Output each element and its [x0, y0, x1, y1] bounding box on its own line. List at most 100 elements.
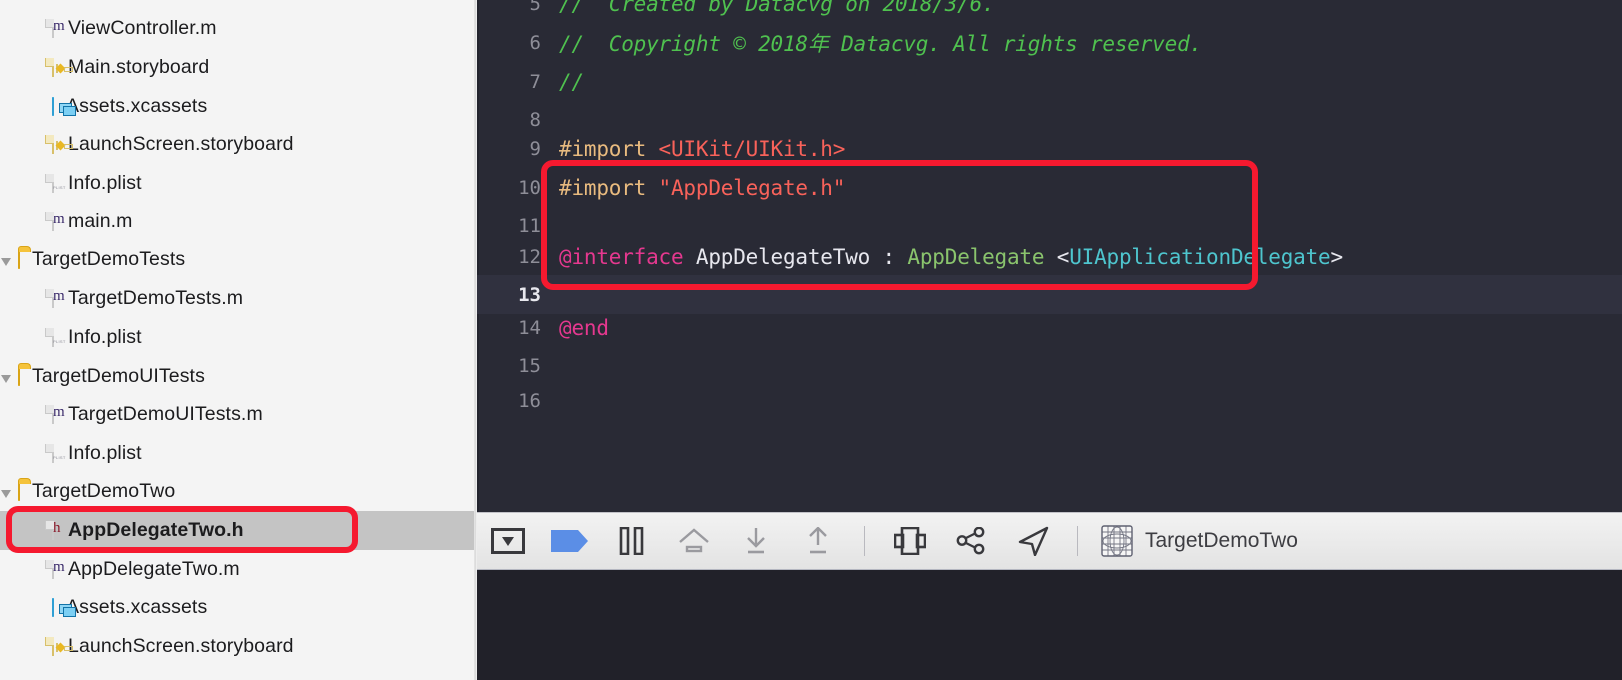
code-text: // Copyright © 2018年 Datacvg. All rights…	[541, 28, 1202, 58]
navigator-item-targetdemotwo[interactable]: TargetDemoTwo	[0, 472, 477, 511]
token-comment: // Created by Datacvg on 2018/3/6.	[559, 0, 995, 16]
location-icon[interactable]	[1003, 526, 1065, 556]
navigator-item-targetdemouitests-m[interactable]: m TargetDemoUITests.m	[0, 395, 477, 434]
token-comment: // Copyright © 2018年 Datacvg. All rights…	[559, 31, 1202, 56]
memory-graph-icon[interactable]	[941, 527, 1003, 555]
storyboard-file-icon	[52, 57, 73, 77]
navigator-item-launchscreen-storyboard[interactable]: LaunchScreen.storyboard	[0, 627, 477, 666]
code-line[interactable]: 12 @interface AppDelegateTwo : AppDelegat…	[477, 237, 1622, 276]
line-number: 16	[518, 389, 541, 412]
hide-debug-area-icon[interactable]	[477, 528, 539, 554]
code-line[interactable]: 5 // Created by Datacvg on 2018/3/6.	[477, 0, 1622, 23]
debug-console[interactable]	[477, 570, 1622, 680]
navigator-item-label: AppDelegateTwo.m	[68, 558, 240, 580]
navigator-item-label: AppDelegateTwo.h	[68, 519, 244, 541]
debug-toolbar[interactable]: TargetDemoTwo	[477, 512, 1622, 570]
breakpoints-toggle-icon[interactable]	[539, 529, 601, 553]
code-line[interactable]: 7 //	[477, 62, 1622, 101]
navigator-item-info-plist[interactable]: PLIST Info.plist	[0, 164, 477, 203]
token-plain: AppDelegateTwo :	[683, 244, 908, 269]
view-hierarchy-icon[interactable]	[879, 527, 941, 555]
navigator-item-assets-xcassets[interactable]: Assets.xcassets	[0, 588, 477, 627]
objc-m-file-icon: m	[52, 404, 65, 424]
folder-icon	[18, 481, 20, 501]
navigator-item-label: LaunchScreen.storyboard	[68, 635, 294, 657]
line-number: 13	[518, 283, 541, 306]
navigator-item-main-storyboard[interactable]: Main.storyboard	[0, 48, 477, 87]
disclosure-triangle-icon[interactable]	[1, 375, 11, 383]
objc-m-file-icon: m	[52, 559, 65, 579]
line-number: 7	[529, 70, 541, 93]
code-line[interactable]: 15	[477, 346, 1622, 385]
navigator-item-info-plist[interactable]: PLIST Info.plist	[0, 434, 477, 473]
token-pre: #import	[559, 136, 659, 161]
navigator-item-label: Assets.xcassets	[66, 95, 208, 117]
navigator-item-label: Main.storyboard	[68, 56, 210, 78]
code-line[interactable]: 6 // Copyright © 2018年 Datacvg. All right…	[477, 23, 1622, 62]
token-punct: >	[1330, 244, 1344, 269]
line-number: 12	[518, 245, 541, 268]
pause-icon[interactable]	[601, 527, 663, 555]
objc-m-file-icon: m	[52, 18, 65, 38]
token-proto: UIApplicationDelegate	[1069, 244, 1331, 269]
token-string: "AppDelegate.h"	[658, 175, 846, 200]
source-editor[interactable]: 5 // Created by Datacvg on 2018/3/6. 6 // C…	[477, 0, 1622, 512]
token-type: AppDelegate	[907, 244, 1045, 269]
process-icon	[1089, 525, 1145, 557]
line-number: 14	[518, 316, 541, 339]
toolbar-separator	[849, 526, 879, 556]
code-text: // Created by Datacvg on 2018/3/6.	[541, 0, 995, 16]
xcassets-icon	[52, 597, 76, 617]
token-string: <UIKit/UIKit.h>	[658, 136, 846, 161]
plist-file-icon: PLIST	[52, 173, 65, 193]
code-line[interactable]: 9 #import <UIKit/UIKit.h>	[477, 129, 1622, 168]
navigator-item-label: TargetDemoTwo	[32, 480, 176, 502]
navigator-item-info-plist[interactable]: PLIST Info.plist	[0, 318, 477, 357]
line-number: 15	[518, 354, 541, 377]
code-line[interactable]: 10 #import "AppDelegate.h"	[477, 168, 1622, 207]
navigator-item-targetdemotests-m[interactable]: m TargetDemoTests.m	[0, 279, 477, 318]
objc-h-file-icon: h	[52, 520, 61, 540]
navigator-item-label: main.m	[68, 210, 133, 232]
code-line[interactable]: 16	[477, 381, 1622, 420]
token-punct: <	[1044, 244, 1070, 269]
code-text: @interface AppDelegateTwo : AppDelegate …	[541, 245, 1343, 269]
navigator-item-main-m[interactable]: m main.m	[0, 202, 477, 241]
navigator-item-label: TargetDemoUITests.m	[68, 403, 263, 425]
navigator-item-label: TargetDemoTests	[32, 248, 186, 270]
navigator-item-appdelegatetwo-m[interactable]: m AppDelegateTwo.m	[0, 550, 477, 589]
line-number: 8	[529, 108, 541, 131]
navigator-item-appdelegatetwo-h[interactable]: h AppDelegateTwo.h	[0, 511, 477, 550]
scheme-label: TargetDemoTwo	[1145, 529, 1298, 552]
navigator-item-targetdemotests[interactable]: TargetDemoTests	[0, 240, 477, 279]
navigator-item-label: ViewController.m	[68, 0, 217, 2]
xcassets-icon	[52, 96, 76, 116]
project-navigator[interactable]: mViewController.mmViewController.mMain.s…	[0, 0, 477, 680]
plist-file-icon: PLIST	[52, 443, 65, 463]
line-number: 6	[529, 31, 541, 54]
navigator-item-launchscreen-storyboard[interactable]: LaunchScreen.storyboard	[0, 125, 477, 164]
code-text: #import "AppDelegate.h"	[541, 176, 845, 200]
scheme-label-container[interactable]: TargetDemoTwo	[1145, 529, 1298, 553]
step-out-icon[interactable]	[787, 527, 849, 555]
disclosure-triangle-icon[interactable]	[1, 258, 11, 266]
navigator-item-assets-xcassets[interactable]: Assets.xcassets	[0, 87, 477, 126]
code-line[interactable]: 14 @end	[477, 308, 1622, 347]
navigator-item-label: TargetDemoUITests	[32, 365, 205, 387]
storyboard-file-icon	[52, 636, 73, 656]
navigator-item-label: TargetDemoTests.m	[68, 287, 244, 309]
navigator-item-label: Info.plist	[68, 326, 142, 348]
navigator-item-viewcontroller-m[interactable]: mViewController.m	[0, 9, 477, 48]
navigator-item-targetdemouitests[interactable]: TargetDemoUITests	[0, 357, 477, 396]
disclosure-triangle-icon[interactable]	[1, 490, 11, 498]
objc-m-file-icon: m	[52, 211, 65, 231]
line-number: 9	[529, 137, 541, 160]
objc-m-file-icon: m	[52, 288, 65, 308]
navigator-item-label: ViewController.m	[68, 17, 217, 39]
navigator-item-label: LaunchScreen.storyboard	[68, 133, 294, 155]
step-into-icon[interactable]	[725, 527, 787, 555]
step-over-icon[interactable]	[663, 528, 725, 554]
navigator-item-label: Info.plist	[68, 442, 142, 464]
token-pre: #import	[559, 175, 659, 200]
navigator-item-label: Info.plist	[68, 172, 142, 194]
